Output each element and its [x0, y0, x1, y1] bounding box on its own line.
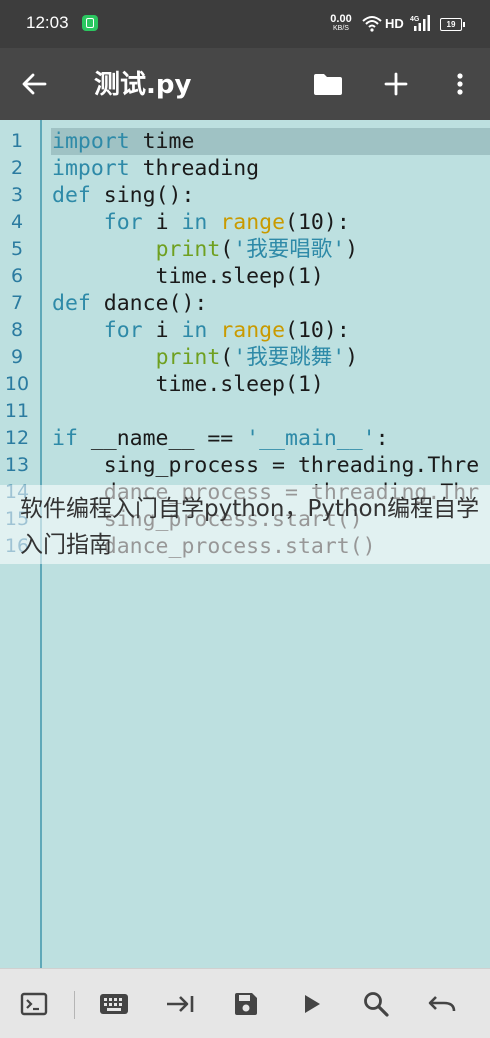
- save-button[interactable]: [224, 969, 268, 1038]
- watermark-text: 软件编程入门自学python，Python编程自学入门指南: [20, 496, 480, 558]
- wechat-notification-icon: [82, 15, 98, 31]
- line-number: 2: [10, 157, 24, 179]
- line-number: 3: [10, 184, 24, 206]
- line-number: 8: [10, 319, 24, 341]
- line-number: 7: [10, 292, 24, 314]
- save-icon: [235, 992, 257, 1015]
- network-speed-unit: KB/S: [333, 25, 349, 32]
- open-folder-button[interactable]: [308, 48, 348, 120]
- folder-icon: [314, 74, 342, 95]
- back-button[interactable]: [14, 48, 54, 120]
- code-line[interactable]: 9 print('我要跳舞'): [0, 344, 490, 371]
- line-number: 4: [10, 211, 24, 233]
- code-line[interactable]: 10 time.sleep(1): [0, 371, 490, 398]
- keyboard-button[interactable]: [92, 969, 136, 1038]
- network-speed: 0.00 KB/S: [326, 14, 356, 33]
- code-line[interactable]: 11: [0, 398, 490, 425]
- tab-indent-button[interactable]: [158, 969, 202, 1038]
- code-text: for i in range(10):: [103, 210, 350, 235]
- add-icon: [384, 72, 408, 96]
- watermark-banner: 软件编程入门自学python，Python编程自学入门指南: [0, 485, 490, 564]
- network-type-label: HD: [385, 16, 404, 31]
- terminal-button[interactable]: [12, 969, 56, 1038]
- code-line[interactable]: 7 def dance():: [0, 290, 490, 317]
- file-title: 测试.py: [94, 70, 192, 100]
- code-line[interactable]: 3 def sing():: [0, 182, 490, 209]
- code-line[interactable]: 8 for i in range(10):: [0, 317, 490, 344]
- more-vert-icon: [457, 73, 463, 95]
- line-number: 5: [10, 238, 24, 260]
- network-speed-value: 0.00: [330, 13, 352, 25]
- keyboard-icon: [100, 993, 128, 1014]
- cellular-signal-icon: 4G: [410, 15, 430, 31]
- code-line[interactable]: 4 for i in range(10):: [0, 209, 490, 236]
- terminal-icon: [20, 992, 48, 1015]
- undo-icon: [428, 995, 456, 1011]
- wifi-icon: [362, 16, 382, 32]
- signal-label: 4G: [410, 16, 420, 23]
- line-number: 12: [4, 427, 30, 449]
- code-line[interactable]: 12 if __name__ == '__main__':: [0, 425, 490, 452]
- line-number: 1: [10, 130, 24, 152]
- code-line[interactable]: 6 time.sleep(1): [0, 263, 490, 290]
- line-number: 11: [4, 400, 30, 422]
- run-icon: [305, 994, 320, 1013]
- code-line[interactable]: 5 print('我要唱歌'): [0, 236, 490, 263]
- code-text: def sing():: [52, 183, 195, 208]
- battery-level: 19: [446, 20, 456, 29]
- run-button[interactable]: [290, 969, 334, 1038]
- search-icon: [364, 991, 389, 1017]
- code-text: sing_process = threading.Thre: [52, 453, 480, 478]
- code-text: time.sleep(1): [52, 264, 324, 289]
- code-text: if __name__ == '__main__':: [52, 426, 389, 451]
- code-text: print('我要唱歌'): [155, 237, 359, 262]
- status-bar: 12:03 0.00 KB/S HD 4G 19: [0, 0, 490, 48]
- line-number: 9: [10, 346, 24, 368]
- more-options-button[interactable]: [442, 48, 478, 120]
- app-bar: 测试.py: [0, 48, 490, 120]
- code-text: def dance():: [52, 291, 208, 316]
- code-text: import threading: [52, 156, 260, 181]
- search-button[interactable]: [354, 969, 398, 1038]
- battery-icon: 19: [440, 18, 465, 31]
- code-line[interactable]: 1 import time: [0, 128, 490, 155]
- add-button[interactable]: [376, 48, 416, 120]
- line-number: 10: [4, 373, 30, 395]
- code-text: time.sleep(1): [52, 372, 324, 397]
- code-text: import time: [52, 129, 195, 154]
- undo-button[interactable]: [420, 969, 464, 1038]
- code-text: for i in range(10):: [103, 318, 350, 343]
- code-line[interactable]: 2 import threading: [0, 155, 490, 182]
- code-line[interactable]: 13 sing_process = threading.Thre: [0, 452, 490, 479]
- status-time: 12:03: [26, 13, 69, 32]
- code-text: print('我要跳舞'): [155, 345, 359, 370]
- tab-indent-icon: [167, 995, 194, 1012]
- toolbar-divider: [74, 991, 75, 1019]
- bottom-toolbar: [0, 968, 490, 1038]
- back-arrow-icon: [22, 73, 47, 95]
- line-number: 6: [10, 265, 24, 287]
- line-number: 13: [4, 454, 30, 476]
